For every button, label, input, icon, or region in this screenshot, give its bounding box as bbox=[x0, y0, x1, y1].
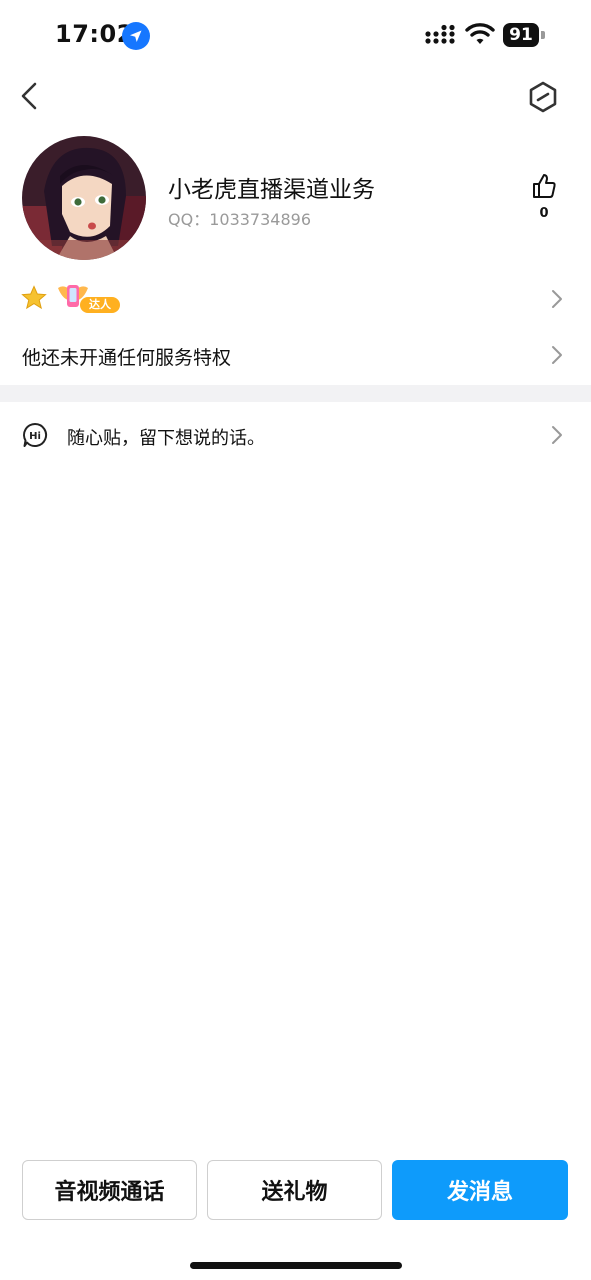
like-button[interactable]: 0 bbox=[526, 172, 562, 226]
battery-icon: 91 bbox=[503, 23, 545, 47]
qq-number: QQ：1033734896 bbox=[168, 206, 311, 230]
settings-button[interactable] bbox=[524, 78, 562, 116]
hi-chat-icon: Hi bbox=[23, 422, 48, 447]
signal-icon bbox=[424, 24, 456, 46]
video-call-button[interactable]: 音视频通话 bbox=[22, 1160, 197, 1220]
chevron-right-icon bbox=[552, 346, 562, 364]
privilege-text: 他还未开通任何服务特权 bbox=[22, 347, 232, 369]
avatar[interactable] bbox=[22, 136, 146, 260]
home-indicator bbox=[190, 1262, 402, 1269]
qq-value: 1033734896 bbox=[209, 210, 311, 229]
badges-row[interactable]: 达人 bbox=[0, 276, 591, 322]
daren-label: 达人 bbox=[89, 298, 111, 311]
note-text: 随心贴，留下想说的话。 bbox=[67, 428, 265, 449]
chevron-right-icon bbox=[552, 426, 562, 444]
wifi-icon bbox=[465, 22, 495, 46]
nickname: 小老虎直播渠道业务 bbox=[168, 177, 375, 203]
note-row[interactable]: Hi 随心贴，留下想说的话。 bbox=[0, 410, 591, 462]
send-gift-button[interactable]: 送礼物 bbox=[207, 1160, 382, 1220]
like-count: 0 bbox=[539, 206, 549, 221]
battery-level: 91 bbox=[503, 23, 539, 47]
send-message-button[interactable]: 发消息 bbox=[392, 1160, 568, 1220]
star-icon bbox=[21, 285, 47, 310]
back-button[interactable] bbox=[14, 78, 50, 114]
thumbs-up-icon bbox=[533, 174, 556, 198]
qq-label: QQ： bbox=[168, 210, 210, 229]
location-arrow-icon bbox=[122, 22, 150, 50]
settings-hexagon-icon bbox=[529, 81, 557, 113]
daren-badge-icon: 达人 bbox=[56, 280, 122, 316]
chevron-right-icon bbox=[552, 290, 562, 308]
svg-text:Hi: Hi bbox=[29, 431, 41, 442]
back-chevron-icon bbox=[21, 82, 37, 110]
section-divider bbox=[0, 385, 591, 402]
privilege-row[interactable]: 他还未开通任何服务特权 bbox=[0, 333, 591, 377]
